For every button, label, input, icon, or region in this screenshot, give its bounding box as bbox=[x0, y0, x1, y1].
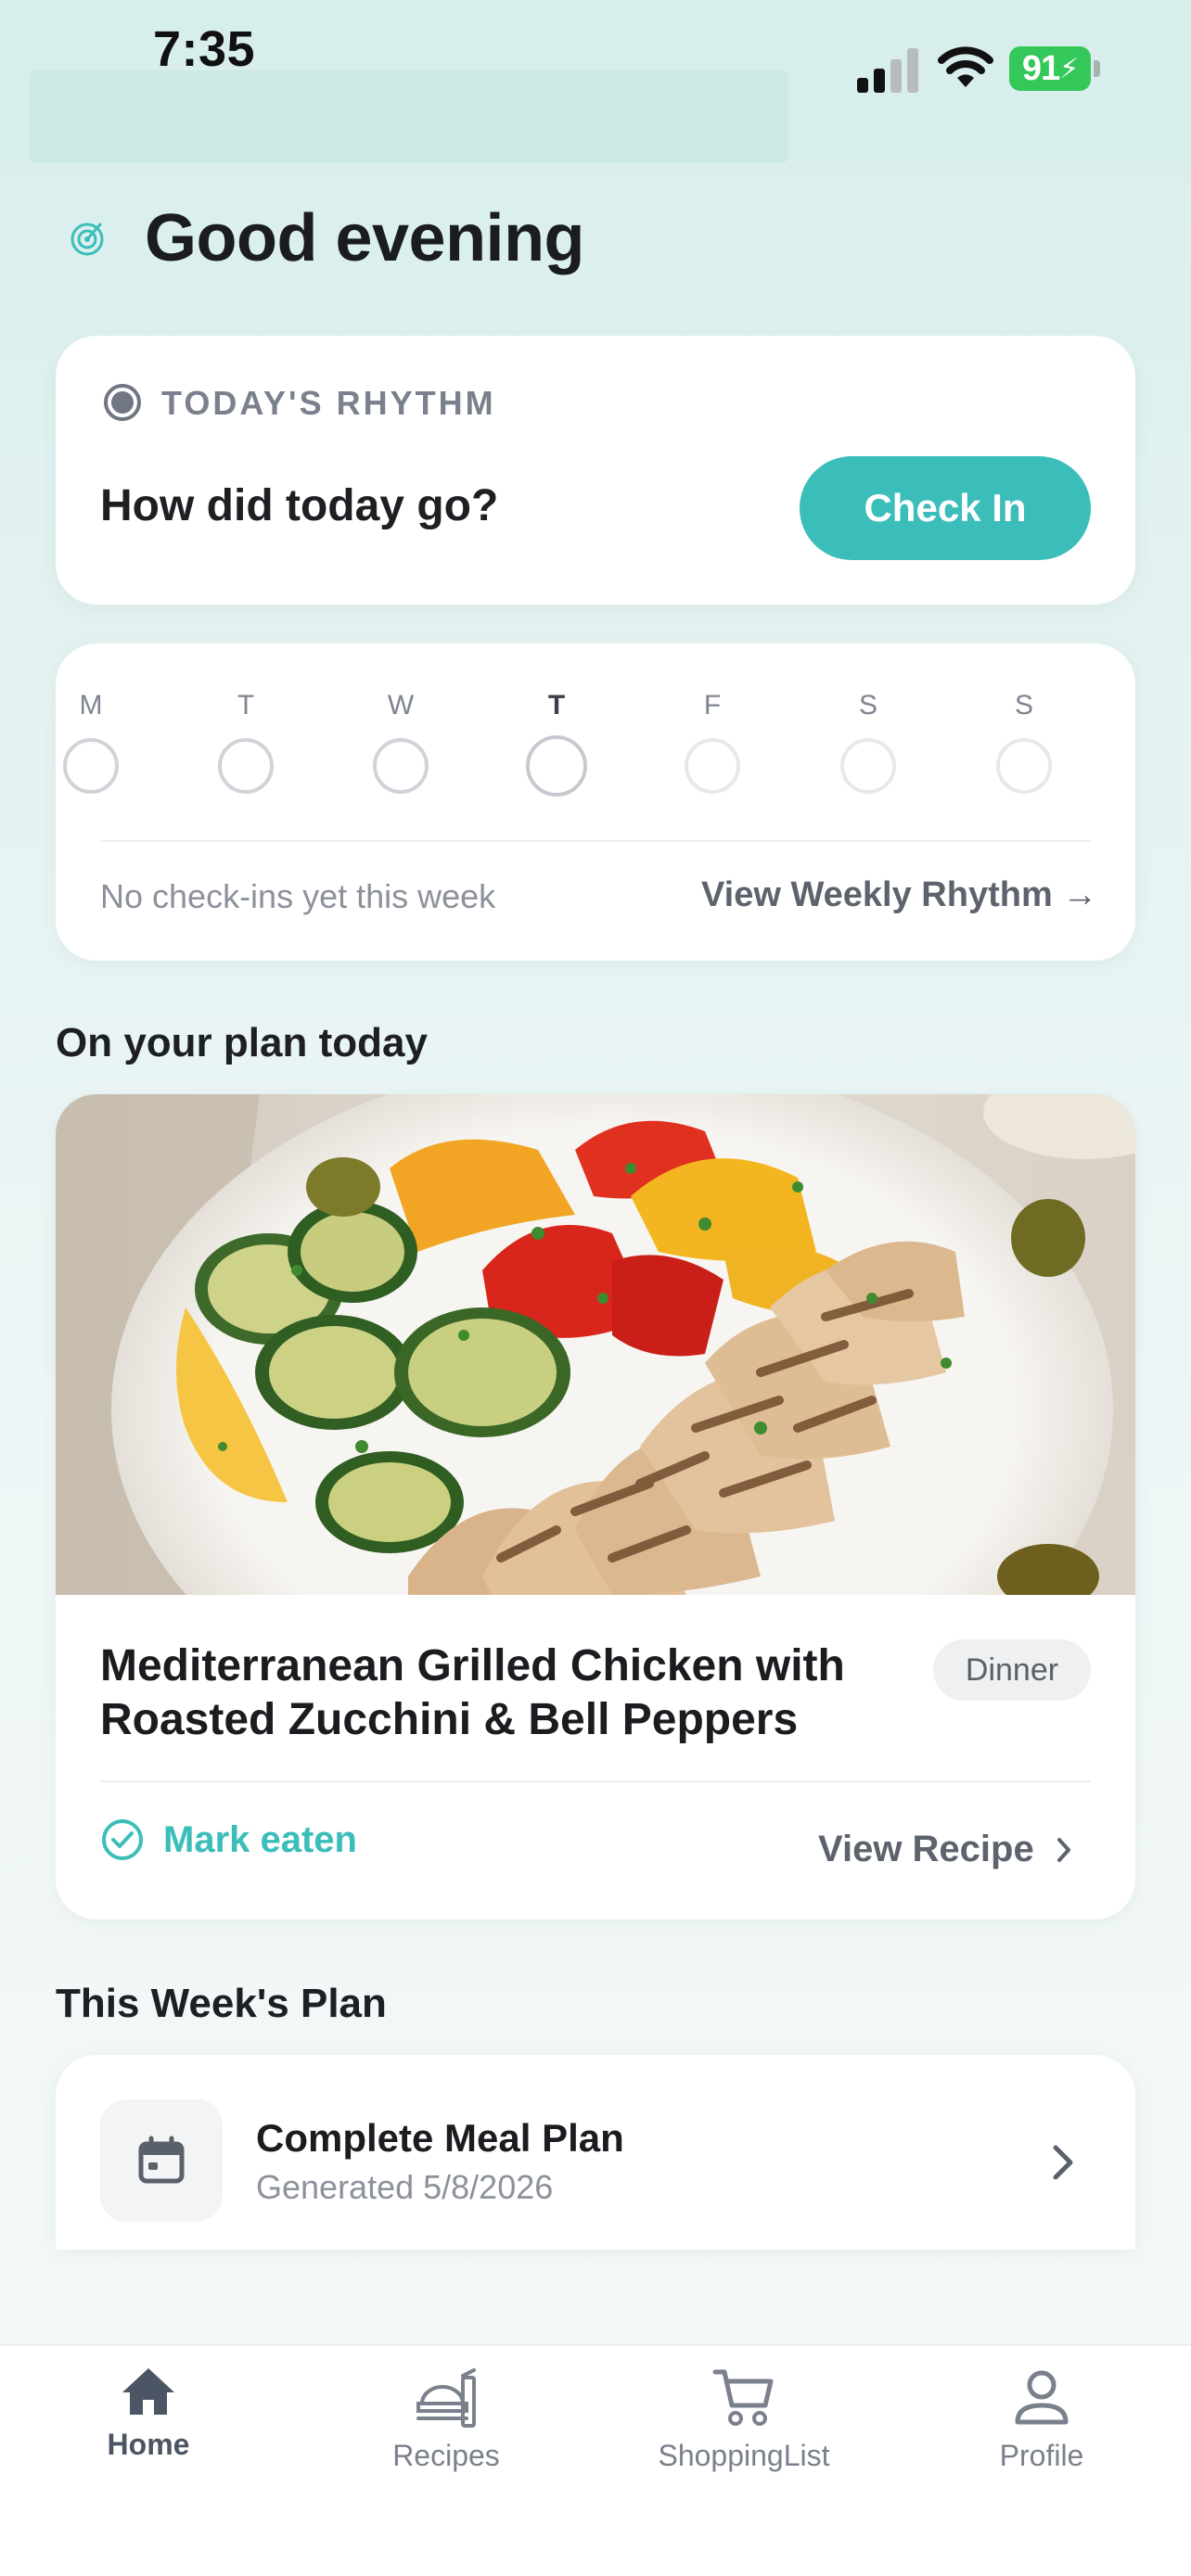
tab-label-recipes: Recipes bbox=[392, 2439, 500, 2472]
tab-profile[interactable]: Profile bbox=[930, 2365, 1153, 2473]
rhythm-question: How did today go? bbox=[100, 481, 499, 530]
tab-label-home: Home bbox=[107, 2428, 190, 2461]
calendar-icon bbox=[138, 2136, 185, 2184]
week-plan-title: This Week's Plan bbox=[56, 1981, 387, 2026]
day-letter: M bbox=[79, 690, 103, 721]
meal-card[interactable] bbox=[56, 1094, 1135, 1919]
view-recipe-button[interactable]: View Recipe bbox=[818, 1829, 1073, 1870]
plan-today-title: On your plan today bbox=[56, 1020, 428, 1065]
meal-name: Mediterranean Grilled Chicken with Roast… bbox=[100, 1641, 845, 1744]
day-column[interactable]: T bbox=[519, 690, 594, 797]
day-checkin-circle bbox=[526, 735, 587, 797]
day-column[interactable]: M bbox=[54, 690, 128, 794]
tab-label-shopping-list: ShoppingList bbox=[658, 2439, 830, 2472]
tab-shopping-list[interactable]: ShoppingList bbox=[633, 2365, 855, 2473]
day-letter: F bbox=[703, 690, 722, 721]
rhythm-status-icon bbox=[104, 384, 141, 421]
day-column[interactable]: F bbox=[675, 690, 749, 794]
view-recipe-label: View Recipe bbox=[818, 1829, 1034, 1869]
day-checkin-circle bbox=[373, 738, 429, 794]
chevron-right-icon bbox=[1057, 1837, 1070, 1862]
status-bar-highlight bbox=[30, 70, 788, 163]
battery-indicator: 91 ⚡ bbox=[1009, 46, 1102, 91]
day-column[interactable]: T bbox=[209, 690, 283, 794]
day-checkin-circle bbox=[63, 738, 119, 794]
mark-eaten-label: Mark eaten bbox=[163, 1818, 357, 1860]
meal-photo bbox=[56, 1094, 1135, 1595]
day-column[interactable]: S bbox=[987, 690, 1061, 794]
day-letter: T bbox=[547, 690, 566, 721]
tab-home[interactable]: Home bbox=[37, 2365, 260, 2462]
tab-label-profile: Profile bbox=[999, 2439, 1084, 2472]
battery-level: 91 bbox=[1021, 48, 1060, 88]
day-checkin-circle bbox=[218, 738, 274, 794]
chevron-right-icon bbox=[1053, 2145, 1073, 2180]
cart-icon bbox=[712, 2369, 774, 2426]
app-logo-icon bbox=[70, 223, 104, 256]
divider bbox=[100, 840, 1091, 842]
day-checkin-circle bbox=[996, 738, 1052, 794]
rhythm-label: TODAY'S RHYTHM bbox=[161, 384, 496, 422]
check-in-button[interactable]: Check In bbox=[800, 456, 1091, 560]
day-column[interactable]: S bbox=[831, 690, 905, 794]
day-letter: W bbox=[387, 690, 415, 721]
meal-plan-date: Generated 5/8/2026 bbox=[256, 2168, 554, 2206]
meal-plan-name: Complete Meal Plan bbox=[256, 2116, 624, 2160]
tab-recipes[interactable]: Recipes bbox=[335, 2365, 557, 2473]
day-checkin-circle bbox=[685, 738, 740, 794]
day-checkin-circle bbox=[840, 738, 896, 794]
cellular-signal-icon bbox=[857, 48, 918, 93]
check-circle-icon bbox=[102, 1819, 143, 1860]
greeting-title: Good evening bbox=[145, 201, 585, 275]
charging-bolt-icon: ⚡ bbox=[1059, 53, 1079, 84]
meal-type-badge: Dinner bbox=[933, 1639, 1091, 1701]
home-icon bbox=[122, 2368, 174, 2415]
day-letter: S bbox=[858, 690, 877, 721]
day-column[interactable]: W bbox=[364, 690, 438, 794]
day-letter: S bbox=[1014, 690, 1033, 721]
recipes-icon bbox=[416, 2368, 476, 2428]
day-letter: T bbox=[237, 690, 255, 721]
wifi-icon bbox=[938, 46, 993, 87]
divider bbox=[100, 1780, 1091, 1782]
view-weekly-rhythm-link[interactable]: View Weekly Rhythm → bbox=[701, 875, 1097, 915]
no-checkins-text: No check-ins yet this week bbox=[100, 877, 496, 915]
mark-eaten-button[interactable]: Mark eaten bbox=[100, 1817, 357, 1862]
profile-icon bbox=[1015, 2370, 1069, 2425]
status-time: 7:35 bbox=[153, 21, 256, 77]
meal-plan-icon-box bbox=[100, 2099, 223, 2222]
